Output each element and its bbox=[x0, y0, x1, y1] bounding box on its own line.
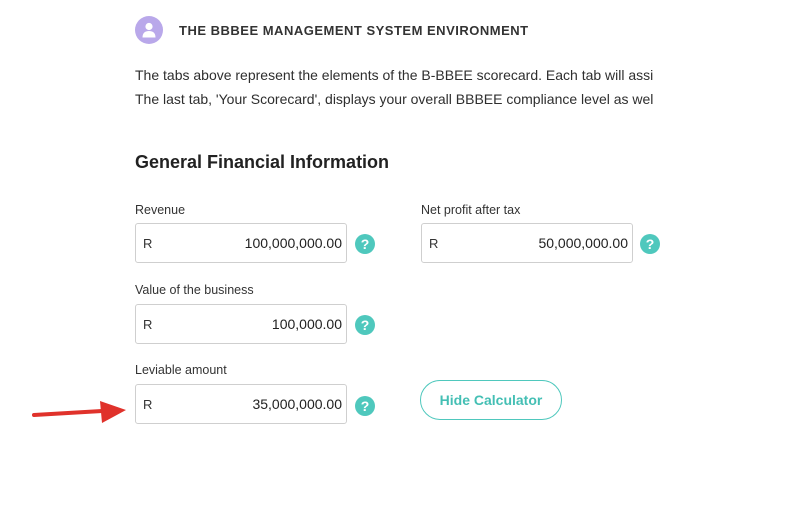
revenue-field: R bbox=[135, 223, 347, 263]
revenue-label: Revenue bbox=[135, 203, 186, 217]
leviable-label: Leviable amount bbox=[135, 363, 227, 377]
red-arrow-icon bbox=[32, 401, 126, 423]
net-profit-input[interactable] bbox=[446, 224, 628, 262]
business-value-field: R bbox=[135, 304, 347, 344]
currency-symbol: R bbox=[143, 397, 153, 412]
section-title: General Financial Information bbox=[135, 152, 390, 172]
leviable-input[interactable] bbox=[160, 385, 342, 423]
leviable-field: R bbox=[135, 384, 347, 424]
revenue-input[interactable] bbox=[160, 224, 342, 262]
currency-symbol: R bbox=[143, 236, 153, 251]
net-profit-label: Net profit after tax bbox=[421, 203, 521, 217]
currency-symbol: R bbox=[429, 236, 439, 251]
business-value-label: Value of the business bbox=[135, 283, 254, 297]
intro-line-2: The last tab, 'Your Scorecard', displays… bbox=[135, 91, 654, 107]
page: THE BBBEE MANAGEMENT SYSTEM ENVIRONMENT … bbox=[0, 0, 786, 514]
business-value-help-icon[interactable]: ? bbox=[355, 315, 375, 335]
intro-text: The tabs above represent the elements of… bbox=[135, 63, 703, 111]
revenue-help-icon[interactable]: ? bbox=[355, 234, 375, 254]
environment-title: THE BBBEE MANAGEMENT SYSTEM ENVIRONMENT bbox=[179, 22, 529, 38]
business-value-input[interactable] bbox=[160, 305, 342, 343]
leviable-help-icon[interactable]: ? bbox=[355, 396, 375, 416]
net-profit-field: R bbox=[421, 223, 633, 263]
environment-header: THE BBBEE MANAGEMENT SYSTEM ENVIRONMENT bbox=[135, 16, 529, 44]
user-icon bbox=[135, 16, 163, 44]
net-profit-help-icon[interactable]: ? bbox=[640, 234, 660, 254]
currency-symbol: R bbox=[143, 317, 153, 332]
intro-line-1: The tabs above represent the elements of… bbox=[135, 67, 654, 83]
hide-calculator-button[interactable]: Hide Calculator bbox=[420, 380, 562, 420]
